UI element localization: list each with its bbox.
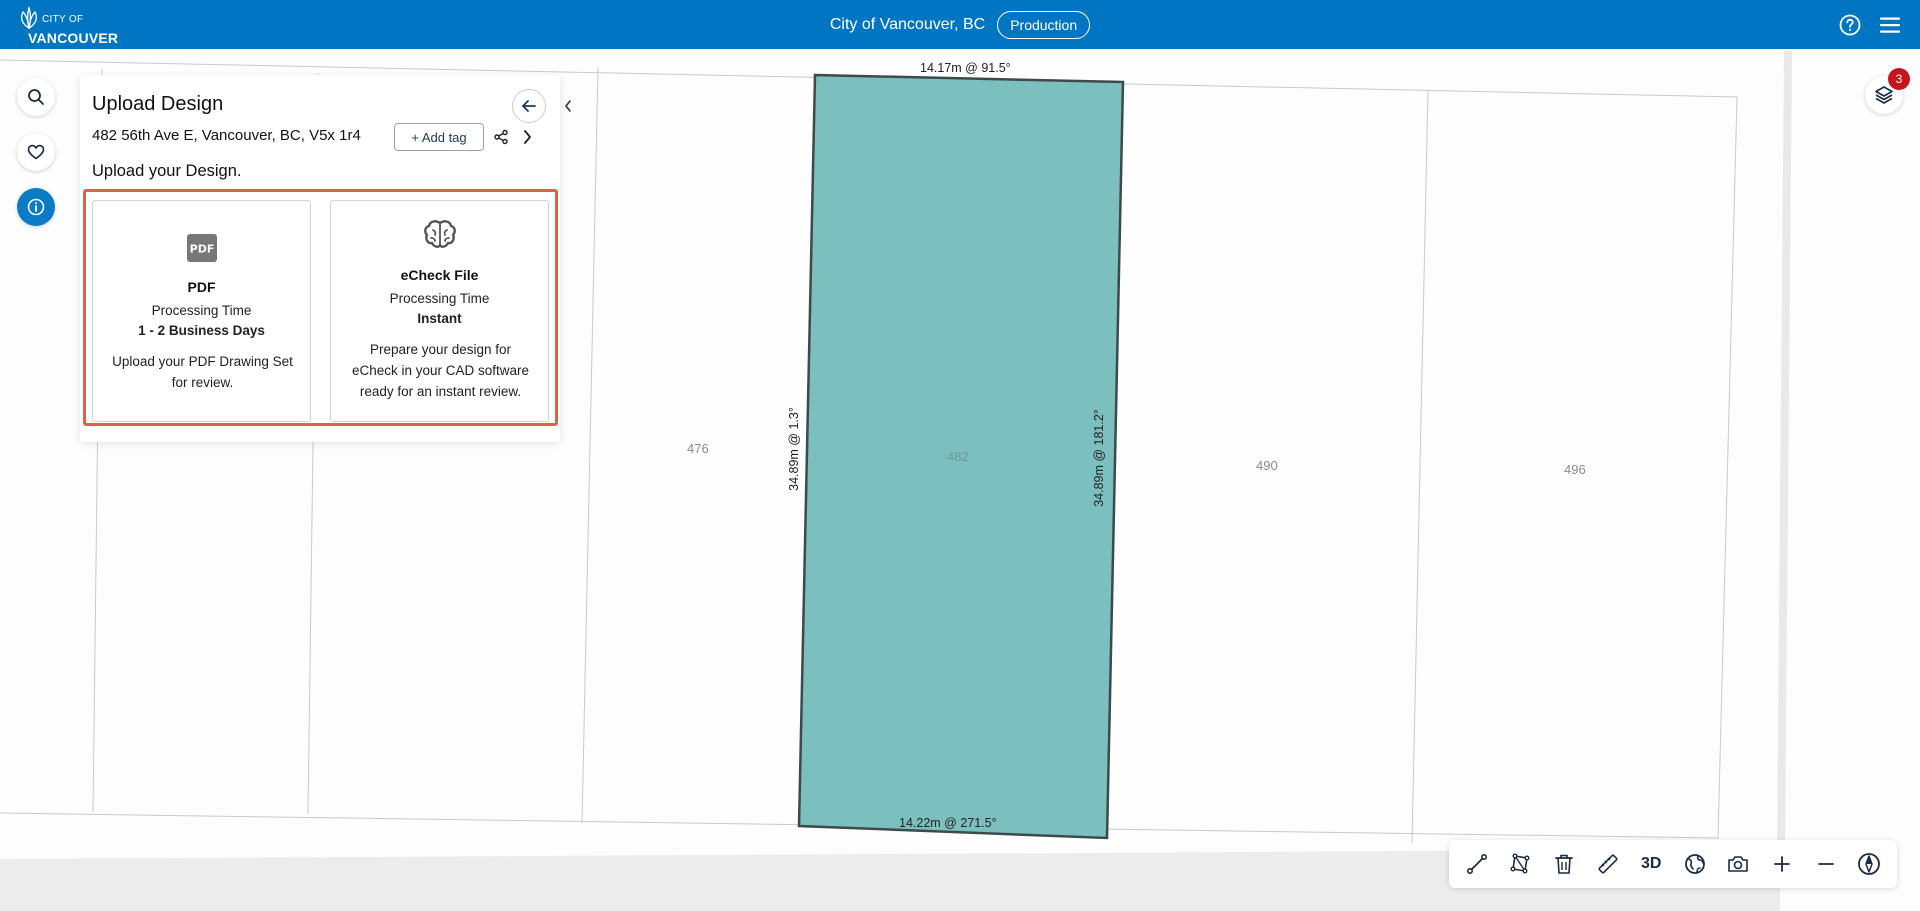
search-button[interactable]: [17, 78, 55, 116]
info-icon: [27, 198, 45, 216]
hamburger-menu-icon[interactable]: [1878, 13, 1902, 37]
card-time-value: Instant: [417, 311, 462, 326]
header-center: City of Vancouver, BC Production: [0, 0, 1920, 49]
screenshot-tool[interactable]: [1720, 846, 1756, 882]
add-tag-button[interactable]: + Add tag: [394, 123, 484, 151]
dimension-left: 34.89m @ 1.3°: [786, 407, 801, 491]
back-button[interactable]: [512, 89, 546, 123]
card-name: eCheck File: [400, 267, 479, 283]
card-name: PDF: [187, 279, 216, 295]
pdf-upload-card[interactable]: PDF PDF Processing Time 1 - 2 Business D…: [92, 200, 311, 422]
city-logo[interactable]: CITY OF VANCOUVER: [14, 4, 124, 46]
zoom-in-button[interactable]: [1764, 846, 1800, 882]
collapse-panel-button[interactable]: [556, 91, 580, 121]
brain-icon: [331, 219, 548, 251]
header-actions: [1838, 0, 1902, 49]
section-title: Upload your Design.: [92, 162, 242, 180]
compass-icon: [1858, 853, 1881, 875]
property-address: 482 56th Ave E, Vancouver, BC, V5x 1r4: [92, 127, 361, 144]
ruler-icon: [1597, 854, 1618, 874]
delete-tool[interactable]: [1546, 846, 1582, 882]
draw-polygon-icon: [1510, 853, 1530, 874]
draw-line-tool[interactable]: [1459, 846, 1495, 882]
share-button[interactable]: [490, 126, 512, 148]
compass-button[interactable]: [1851, 846, 1887, 882]
lot-number-490: 490: [1256, 458, 1278, 473]
lot-number-482: 482: [947, 449, 969, 464]
draw-line-icon: [1466, 853, 1487, 875]
card-time-value: 1 - 2 Business Days: [138, 323, 265, 338]
logo-city-of: CITY OF: [42, 14, 84, 25]
globe-icon: [1684, 854, 1705, 874]
3d-toggle-button[interactable]: 3D: [1633, 846, 1669, 882]
zoom-out-icon: [1817, 863, 1834, 865]
draw-polygon-tool[interactable]: [1502, 846, 1538, 882]
card-description: Prepare your design for eCheck in your C…: [341, 339, 540, 402]
chevron-right-icon: [524, 130, 531, 144]
flower-logo-icon: [21, 6, 37, 30]
pdf-icon: PDF: [93, 233, 310, 263]
heart-icon: [27, 144, 45, 160]
card-desc-line: Prepare your design for: [369, 342, 512, 357]
help-icon[interactable]: [1838, 13, 1862, 37]
search-icon: [28, 89, 44, 105]
card-desc-line: for review.: [171, 375, 234, 390]
card-desc-line: Upload your PDF Drawing Set: [112, 354, 293, 369]
card-time-label: Processing Time: [151, 303, 252, 318]
favorites-button[interactable]: [17, 133, 55, 171]
lot-divider: [581, 66, 599, 824]
lot-divider: [1411, 89, 1429, 844]
upload-options-highlight: PDF PDF Processing Time 1 - 2 Business D…: [83, 189, 558, 426]
layers-icon: [1875, 86, 1893, 104]
trash-icon: [1555, 854, 1573, 874]
card-desc-line: ready for an instant review.: [359, 384, 522, 399]
camera-icon: [1728, 856, 1749, 872]
lot-number-496: 496: [1564, 462, 1586, 477]
dimension-top: 14.17m @ 91.5°: [920, 61, 1011, 75]
road-strip: [1777, 51, 1792, 844]
info-button[interactable]: [17, 188, 55, 226]
environment-badge[interactable]: Production: [997, 10, 1091, 39]
measure-tool[interactable]: [1590, 846, 1626, 882]
card-time-label: Processing Time: [389, 291, 490, 306]
header-title: City of Vancouver, BC: [829, 15, 986, 33]
layers-count-badge: 3: [1888, 68, 1910, 90]
upload-design-panel: Upload Design 482 56th Ave E, Vancouver,…: [80, 75, 571, 442]
card-description: Upload your PDF Drawing Set for review.: [103, 351, 302, 393]
share-icon: [494, 129, 508, 145]
card-desc-line: eCheck in your CAD software: [351, 363, 530, 378]
zoom-out-button[interactable]: [1808, 846, 1844, 882]
panel-title: Upload Design: [92, 93, 224, 115]
arrow-left-icon: [522, 100, 536, 112]
globe-tool[interactable]: [1677, 846, 1713, 882]
dimension-right: 34.89m @ 181.2°: [1091, 409, 1106, 507]
echeck-upload-card[interactable]: eCheck File Processing Time Instant Prep…: [330, 200, 549, 422]
map-toolbar: 3D: [1449, 840, 1897, 888]
svg-text:PDF: PDF: [189, 243, 214, 256]
chevron-left-icon: [565, 100, 571, 112]
logo-vancouver: VANCOUVER: [28, 30, 119, 46]
zoom-in-icon: [1774, 856, 1790, 872]
lot-number-476: 476: [687, 441, 709, 456]
dimension-bottom: 14.22m @ 271.5°: [899, 816, 997, 830]
next-button[interactable]: [516, 126, 538, 148]
app-header: CITY OF VANCOUVER City of Vancouver, BC …: [0, 0, 1920, 49]
